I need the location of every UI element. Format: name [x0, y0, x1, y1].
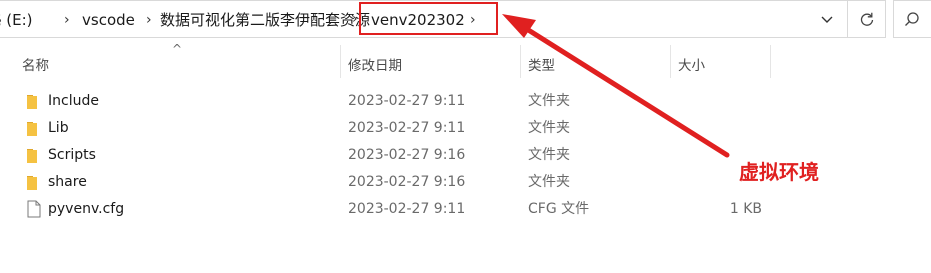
annotation-arrow [502, 14, 730, 158]
annotation-label: 虚拟环境 [739, 160, 819, 184]
